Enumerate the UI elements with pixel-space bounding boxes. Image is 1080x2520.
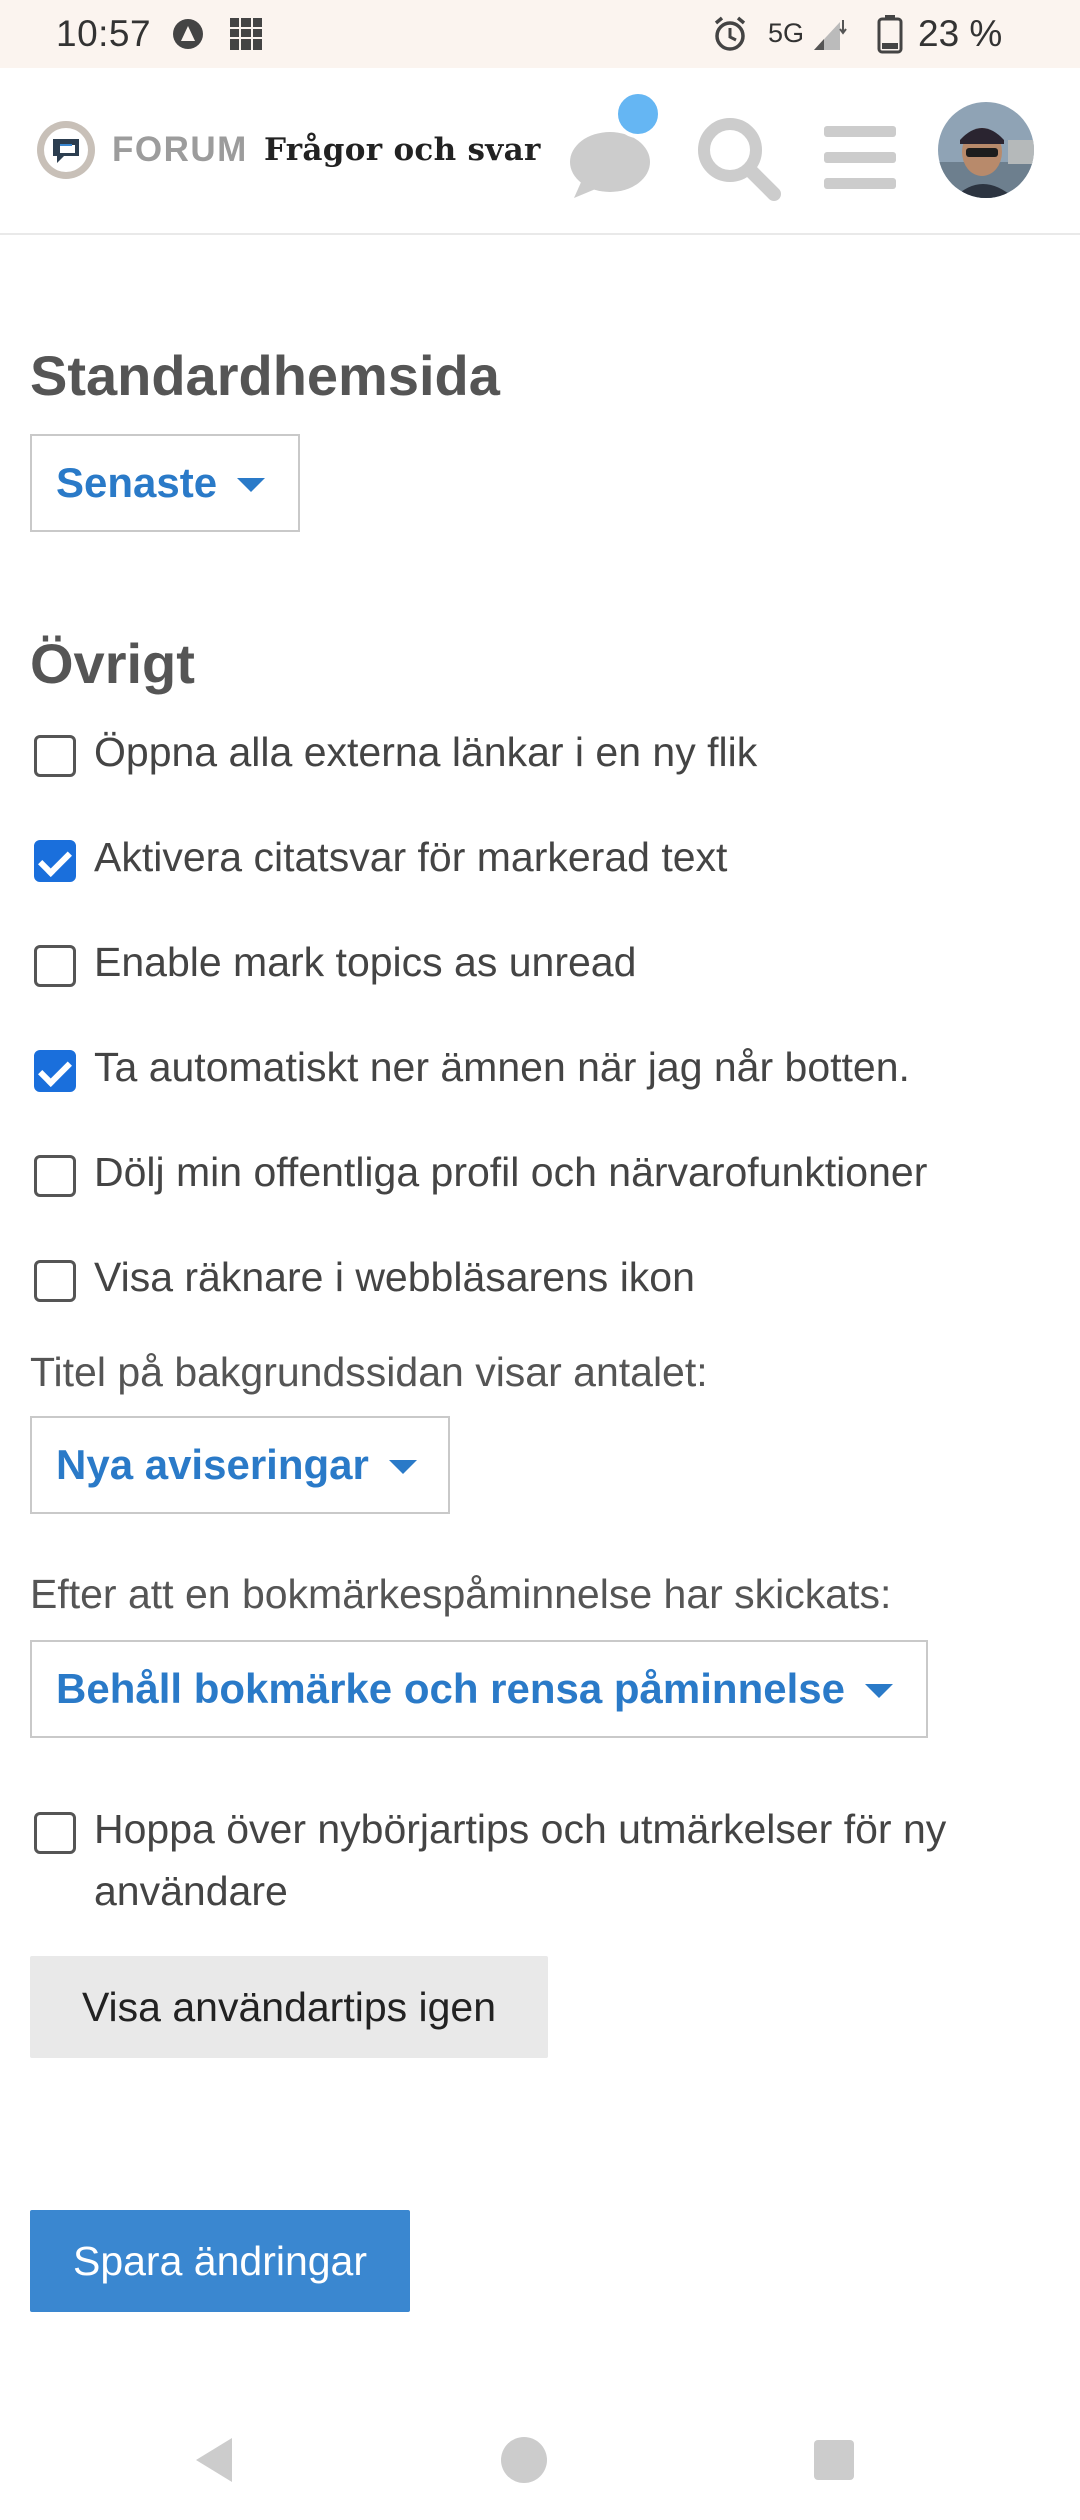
system-navigation-bar (0, 2400, 1080, 2520)
search-icon[interactable] (688, 108, 788, 208)
site-subtitle[interactable]: Frågor och svar (264, 128, 541, 172)
homepage-select-value: Senaste (56, 459, 218, 506)
checkbox-label: Enable mark topics as unread (94, 939, 637, 985)
homepage-select[interactable]: Senaste (30, 434, 300, 532)
checkbox-label: Hoppa över nybörjartips och utmärkelser … (94, 1806, 947, 1914)
bookmark-reminder-label: Efter att en bokmärkespåminnelse har ski… (30, 1571, 892, 1617)
checkbox[interactable] (34, 1812, 76, 1854)
forum-logo-icon[interactable] (36, 120, 96, 180)
signal-icon (814, 20, 847, 50)
gallery-notification-icon (230, 18, 262, 50)
checkbox-label: Ta automatiskt ner ämnen när jag når bot… (94, 1044, 910, 1090)
save-changes-button[interactable]: Spara ändringar (30, 2210, 410, 2312)
recent-apps-icon[interactable] (804, 2430, 864, 2490)
title-count-label: Titel på bakgrundssidan visar antalet: (30, 1349, 708, 1395)
checkbox-label: Aktivera citatsvar för markerad text (94, 834, 728, 880)
checkbox-row-auto-load[interactable]: Ta automatiskt ner ämnen när jag når bot… (34, 1044, 1054, 1098)
checkbox-row-favicon-counter[interactable]: Visa räknare i webbläsarens ikon (34, 1254, 1054, 1308)
checkbox-label: Öppna alla externa länkar i en ny flik (94, 729, 758, 775)
back-icon[interactable] (184, 2430, 244, 2490)
user-avatar[interactable] (938, 102, 1034, 198)
logo-text[interactable]: FORUM (112, 128, 248, 172)
checkbox-row-external-links[interactable]: Öppna alla externa länkar i en ny flik (34, 729, 1054, 783)
title-count-select[interactable]: Nya aviseringar (30, 1416, 450, 1514)
battery-icon (877, 15, 903, 54)
caret-down-icon (237, 478, 266, 492)
checkbox[interactable] (34, 735, 76, 777)
title-count-select-value: Nya aviseringar (56, 1441, 369, 1488)
checkbox-label: Visa räknare i webbläsarens ikon (94, 1254, 695, 1300)
network-type: 5G (768, 18, 805, 48)
checkbox-row-hide-profile[interactable]: Dölj min offentliga profil och närvarofu… (34, 1149, 1054, 1203)
show-user-tips-button[interactable]: Visa användartips igen (30, 1956, 548, 2058)
alarm-icon (714, 16, 746, 51)
checkbox-row-mark-unread[interactable]: Enable mark topics as unread (34, 939, 1054, 993)
bookmark-reminder-select[interactable]: Behåll bokmärke och rensa påminnelse (30, 1640, 928, 1738)
caret-down-icon (864, 1684, 893, 1698)
checkbox-row-skip-tips[interactable]: Hoppa över nybörjartips och utmärkelser … (34, 1806, 1034, 1922)
checkbox[interactable] (34, 1050, 76, 1092)
bookmark-reminder-select-value: Behåll bokmärke och rensa påminnelse (56, 1665, 845, 1712)
status-time: 10:57 (56, 13, 152, 54)
checkbox-label: Dölj min offentliga profil och närvarofu… (94, 1149, 928, 1195)
other-section-title: Övrigt (30, 632, 195, 695)
checkbox-row-quote-reply[interactable]: Aktivera citatsvar för markerad text (34, 834, 1054, 888)
home-icon[interactable] (494, 2430, 554, 2490)
app-notification-icon (173, 19, 203, 49)
checkbox[interactable] (34, 840, 76, 882)
checkbox[interactable] (34, 1260, 76, 1302)
battery-percentage: 23 % (918, 13, 1003, 54)
caret-down-icon (388, 1460, 417, 1474)
site-header: FORUM Frågor och svar (0, 68, 1080, 235)
status-bar: 10:57 5G 23 % (0, 0, 1080, 68)
avatar-image (938, 102, 1034, 198)
homepage-section-title: Standardhemsida (30, 344, 500, 407)
notification-badge (614, 90, 662, 138)
hamburger-menu-icon[interactable] (810, 108, 910, 208)
checkbox[interactable] (34, 1155, 76, 1197)
checkbox[interactable] (34, 945, 76, 987)
